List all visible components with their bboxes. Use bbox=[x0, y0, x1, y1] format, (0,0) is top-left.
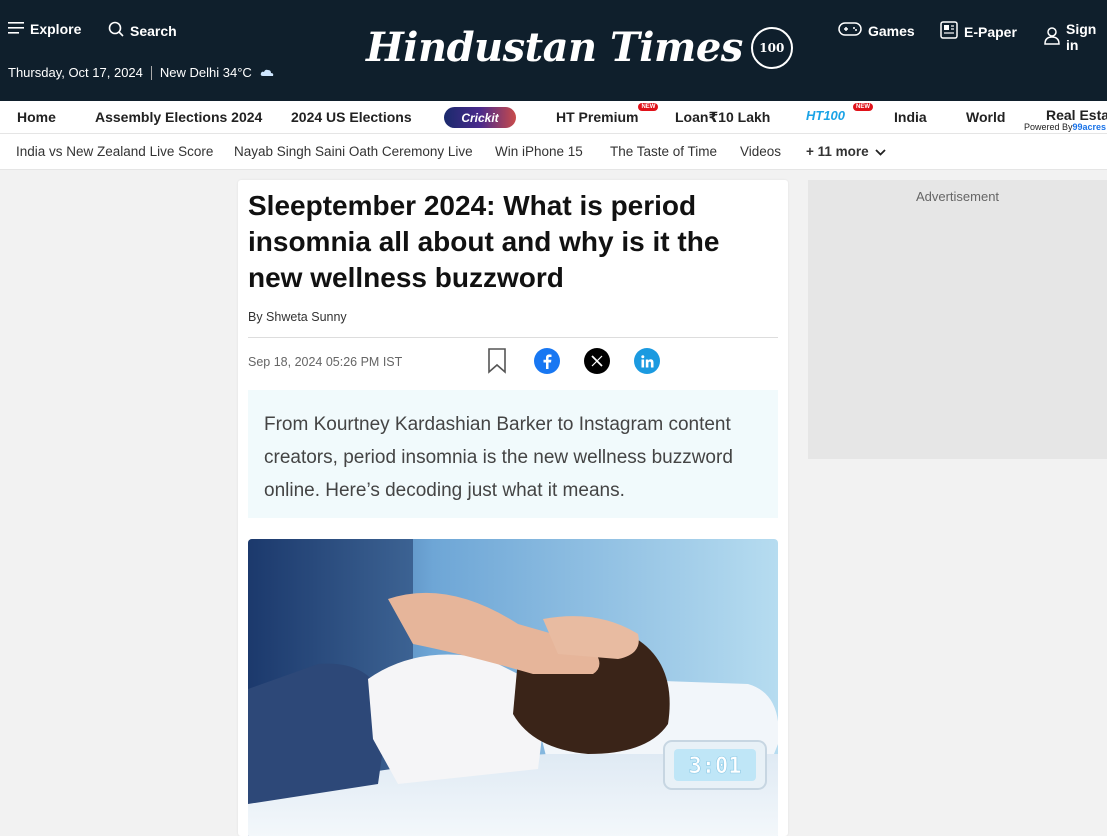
article-hero-image: 3:01 bbox=[248, 539, 778, 836]
chevron-down-icon bbox=[875, 144, 886, 159]
publish-date: Sep 18, 2024 05:26 PM IST bbox=[248, 355, 403, 369]
powered-by-prefix: Powered By bbox=[1024, 122, 1073, 132]
epaper-label: E-Paper bbox=[964, 23, 1017, 40]
games-label: Games bbox=[868, 22, 915, 39]
nav-item-real-estate[interactable]: Real Estate bbox=[1046, 107, 1107, 123]
games-link[interactable]: Games bbox=[838, 21, 915, 40]
user-icon bbox=[1044, 26, 1060, 48]
logo-100-badge: 100 bbox=[750, 26, 793, 69]
divider bbox=[248, 337, 778, 338]
trending-item[interactable]: Videos bbox=[740, 144, 781, 159]
signin-link[interactable]: Sign in bbox=[1044, 21, 1107, 53]
nav-item-india[interactable]: India bbox=[894, 109, 927, 125]
article-card: Sleeptember 2024: What is period insomni… bbox=[238, 180, 788, 836]
nav-item-assembly-elections[interactable]: Assembly Elections 2024 bbox=[95, 109, 262, 125]
site-logo[interactable]: Hindustan Times 100 bbox=[366, 24, 793, 71]
explore-button[interactable]: Explore bbox=[8, 21, 81, 37]
nav-item-home[interactable]: Home bbox=[17, 109, 56, 125]
date-weather: Thursday, Oct 17, 2024 New Delhi 34°C bbox=[8, 65, 274, 80]
trending-item[interactable]: Nayab Singh Saini Oath Ceremony Live bbox=[234, 144, 473, 159]
share-bar bbox=[484, 348, 660, 374]
cloud-icon bbox=[260, 65, 274, 80]
main-nav: Home Assembly Elections 2024 2024 US Ele… bbox=[0, 101, 1107, 134]
advertisement-slot[interactable]: Advertisement bbox=[808, 180, 1107, 459]
nav-item-loan[interactable]: Loan₹10 Lakh bbox=[675, 109, 770, 126]
x-twitter-icon[interactable] bbox=[584, 348, 610, 374]
search-icon bbox=[108, 21, 124, 40]
nav-item-ht100[interactable]: HT100 bbox=[806, 108, 845, 123]
advertisement-label: Advertisement bbox=[915, 189, 1000, 204]
search-button[interactable]: Search bbox=[108, 21, 177, 40]
signin-label: Sign in bbox=[1066, 21, 1097, 53]
facebook-icon[interactable] bbox=[534, 348, 560, 374]
trending-nav: India vs New Zealand Live Score Nayab Si… bbox=[0, 134, 1107, 170]
article-headline: Sleeptember 2024: What is period insomni… bbox=[248, 190, 720, 293]
logo-wordmark: Hindustan Times bbox=[366, 24, 743, 71]
date-separator bbox=[150, 65, 152, 80]
trending-item[interactable]: The Taste of Time bbox=[610, 144, 717, 159]
epaper-link[interactable]: E-Paper bbox=[940, 21, 1017, 42]
trending-item[interactable]: Win iPhone 15 bbox=[495, 144, 583, 159]
new-badge: NEW bbox=[638, 103, 659, 111]
article-byline[interactable]: By Shweta Sunny bbox=[248, 310, 347, 324]
linkedin-icon[interactable] bbox=[634, 348, 660, 374]
new-badge: NEW bbox=[853, 103, 873, 111]
location-weather: New Delhi 34°C bbox=[159, 65, 252, 80]
nav-item-ht100-label: HT100 bbox=[806, 108, 846, 123]
nav-item-us-elections[interactable]: 2024 US Elections bbox=[291, 109, 412, 125]
gamepad-icon bbox=[838, 21, 862, 40]
nav-item-ht-premium-label: HT Premium bbox=[556, 109, 639, 125]
newspaper-icon bbox=[940, 21, 958, 42]
bookmark-icon[interactable] bbox=[484, 348, 510, 374]
more-label: + 11 more bbox=[806, 144, 869, 159]
nav-item-world[interactable]: World bbox=[966, 109, 1005, 125]
article-summary: From Kourtney Kardashian Barker to Insta… bbox=[248, 390, 778, 518]
powered-by-brand: 99acres bbox=[1072, 122, 1107, 132]
search-label: Search bbox=[130, 22, 177, 39]
site-header: Explore Search Thursday, Oct 17, 2024 Ne… bbox=[0, 0, 1107, 101]
nav-item-crickit[interactable]: Crickit bbox=[444, 107, 516, 128]
trending-item[interactable]: India vs New Zealand Live Score bbox=[16, 144, 213, 159]
more-dropdown[interactable]: + 11 more bbox=[806, 144, 886, 159]
current-date: Thursday, Oct 17, 2024 bbox=[8, 65, 143, 80]
nav-item-ht-premium[interactable]: HT Premium NEW bbox=[556, 103, 659, 125]
powered-by: Powered By99acres bbox=[1024, 122, 1106, 132]
explore-label: Explore bbox=[30, 21, 82, 37]
menu-icon bbox=[8, 21, 24, 37]
clock-display: 3:01 bbox=[689, 754, 742, 779]
